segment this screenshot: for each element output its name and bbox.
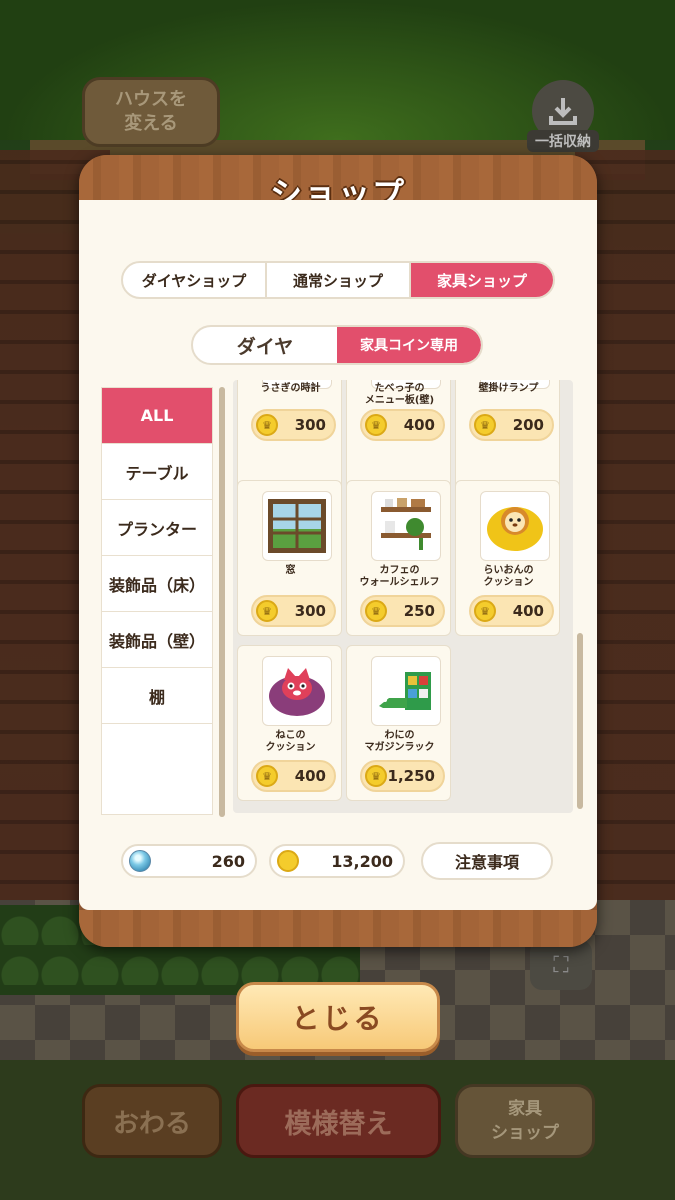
- buy-button[interactable]: ♛ 250: [360, 595, 445, 627]
- product-name: うさぎの時計: [260, 383, 321, 394]
- product-card[interactable]: わにの マガジンラック ♛ 1,250: [346, 645, 451, 801]
- price-value: 400: [512, 602, 544, 620]
- coin-icon: ♛: [474, 600, 496, 622]
- category-table[interactable]: テーブル: [102, 444, 212, 500]
- store-all-label: 一括収納: [527, 130, 599, 152]
- product-card[interactable]: カフェの ウォールシェルフ ♛ 250: [346, 480, 451, 636]
- product-name: たべっ子の メニュー板(壁): [364, 383, 435, 406]
- price-value: 400: [294, 767, 326, 785]
- furniture-shop-label: 家具 ショップ: [491, 1099, 559, 1143]
- modal-footer: [79, 910, 597, 947]
- product-name: わにの マガジンラック: [364, 730, 435, 753]
- buy-button[interactable]: ♛ 1,250: [360, 760, 445, 792]
- diamond-icon: [129, 850, 151, 872]
- change-house-label: ハウスを 変える: [115, 89, 187, 134]
- finish-button[interactable]: おわる: [82, 1084, 222, 1158]
- price-value: 300: [294, 602, 326, 620]
- buy-button[interactable]: ♛ 400: [469, 595, 554, 627]
- tab-normal-shop[interactable]: 通常ショップ: [267, 263, 411, 297]
- shop-modal: ショップ ダイヤショップ 通常ショップ 家具ショップ ダイヤ 家具コイン専用 A…: [79, 155, 597, 947]
- subtab-diamond[interactable]: ダイヤ: [193, 327, 337, 363]
- coin-icon: [277, 850, 299, 872]
- shop-tabs: ダイヤショップ 通常ショップ 家具ショップ: [121, 261, 555, 299]
- coin-icon: ♛: [365, 414, 387, 436]
- product-name: らいおんの クッション: [483, 565, 534, 588]
- crocodile-rack-icon: [371, 656, 441, 726]
- wall-shelf-icon: [371, 491, 441, 561]
- buy-button[interactable]: ♛ 400: [360, 409, 445, 441]
- category-all[interactable]: ALL: [102, 388, 212, 444]
- product-card[interactable]: 窓 ♛ 300: [237, 480, 342, 636]
- product-name: カフェの ウォールシェルフ: [359, 565, 440, 588]
- tab-furniture-shop[interactable]: 家具ショップ: [411, 263, 553, 297]
- product-card[interactable]: らいおんの クッション ♛ 400: [455, 480, 560, 636]
- category-list: ALL テーブル プランター 装飾品（床） 装飾品（壁） 棚: [101, 387, 213, 815]
- category-scrollbar[interactable]: [219, 387, 225, 817]
- lion-cushion-icon: [480, 491, 550, 561]
- diamond-balance: 260: [121, 844, 257, 878]
- pattern-change-button[interactable]: 模様替え: [236, 1084, 441, 1158]
- category-wall-decor[interactable]: 装飾品（壁）: [102, 612, 212, 668]
- tab-diamond-shop[interactable]: ダイヤショップ: [123, 263, 267, 297]
- store-all-button[interactable]: 一括収納: [527, 80, 599, 152]
- fullscreen-icon[interactable]: ⛶: [530, 940, 592, 990]
- product-card[interactable]: ねこの クッション ♛ 400: [237, 645, 342, 801]
- coin-icon: ♛: [256, 600, 278, 622]
- product-name: 壁掛けランプ: [478, 383, 539, 394]
- category-planter[interactable]: プランター: [102, 500, 212, 556]
- product-scrollbar[interactable]: [577, 380, 583, 813]
- coin-icon: ♛: [256, 414, 278, 436]
- coin-icon: ♛: [365, 765, 387, 787]
- diamond-count: 260: [211, 851, 245, 871]
- subtab-furniture-coin[interactable]: 家具コイン専用: [337, 327, 481, 363]
- buy-button[interactable]: ♛ 300: [251, 595, 336, 627]
- coin-balance: 13,200: [269, 844, 405, 878]
- coin-icon: ♛: [256, 765, 278, 787]
- category-floor-decor[interactable]: 装飾品（床）: [102, 556, 212, 612]
- product-name: 窓: [285, 565, 296, 576]
- product-grid: うさぎの時計 ♛ 300 たべっ子の メニュー板(壁) ♛ 400 壁掛けランプ…: [233, 380, 573, 813]
- change-house-button[interactable]: ハウスを 変える: [82, 77, 220, 147]
- furniture-shop-button[interactable]: 家具 ショップ: [455, 1084, 595, 1158]
- price-value: 400: [403, 416, 435, 434]
- coin-count: 13,200: [331, 851, 393, 871]
- window-icon: [262, 491, 332, 561]
- notice-button[interactable]: 注意事項: [421, 842, 553, 880]
- finish-label: おわる: [112, 1108, 191, 1139]
- price-value: 250: [403, 602, 435, 620]
- coin-icon: ♛: [365, 600, 387, 622]
- buy-button[interactable]: ♛ 300: [251, 409, 336, 441]
- currency-subtabs: ダイヤ 家具コイン専用: [191, 325, 483, 365]
- buy-button[interactable]: ♛ 200: [469, 409, 554, 441]
- coin-icon: ♛: [474, 414, 496, 436]
- product-name: ねこの クッション: [265, 730, 316, 753]
- price-value: 300: [294, 416, 326, 434]
- close-button[interactable]: とじる: [236, 982, 440, 1052]
- category-shelf[interactable]: 棚: [102, 668, 212, 724]
- pattern-change-label: 模様替え: [284, 1108, 393, 1140]
- price-value: 1,250: [387, 767, 435, 785]
- price-value: 200: [512, 416, 544, 434]
- buy-button[interactable]: ♛ 400: [251, 760, 336, 792]
- cat-cushion-icon: [262, 656, 332, 726]
